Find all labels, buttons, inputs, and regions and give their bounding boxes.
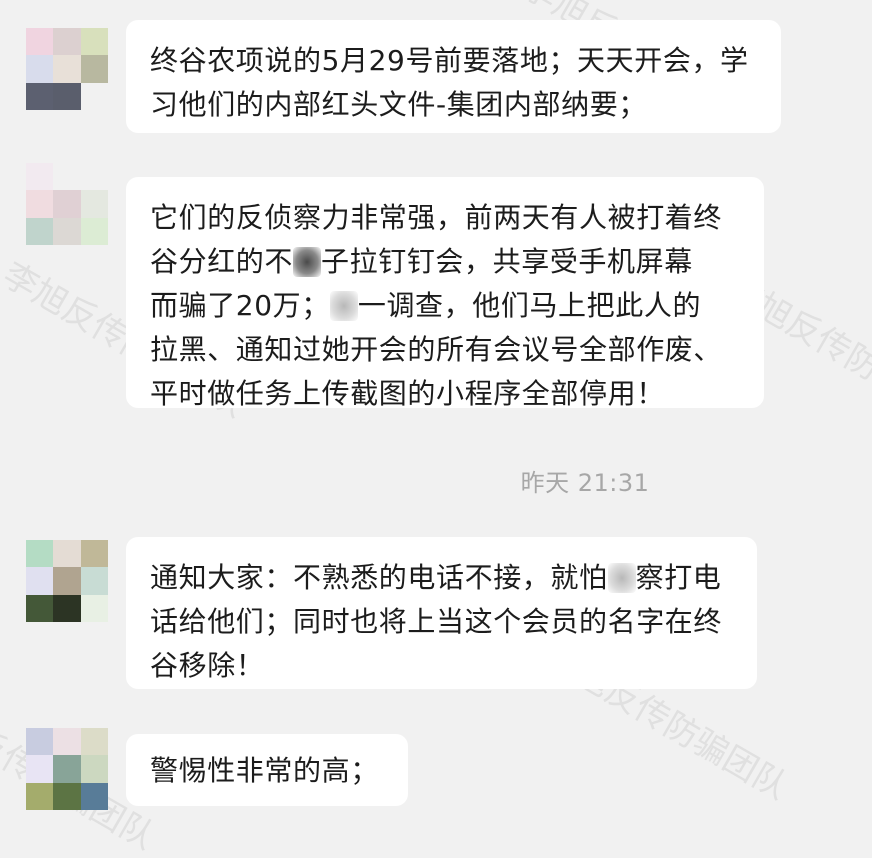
message-bubble[interactable]: 终谷农项说的5月29号前要落地；天天开会，学 习他们的内部红头文件-集团内部纳要…	[126, 20, 781, 133]
avatar-pixel	[26, 567, 53, 594]
avatar-pixel	[53, 190, 80, 217]
avatar-pixel	[53, 728, 80, 755]
redaction-blur	[608, 563, 636, 593]
avatar-pixel	[81, 218, 108, 245]
avatar-pixel	[53, 55, 80, 82]
message-text: 习他们的内部红头文件-集团内部纳要；	[150, 83, 759, 127]
avatar-pixel	[81, 783, 108, 810]
message-text: 谷移除！	[150, 644, 735, 688]
message-bubble[interactable]: 它们的反侦察力非常强，前两天有人被打着终 谷分红的不子拉钉钉会，共享受手机屏幕 …	[126, 177, 764, 408]
avatar-pixel	[81, 28, 108, 55]
message-text: 话给他们；同时也将上当这个会员的名字在终	[150, 600, 735, 644]
avatar-pixel	[81, 55, 108, 82]
avatar-pixel	[26, 595, 53, 622]
message-text: 谷分红的不子拉钉钉会，共享受手机屏幕	[150, 240, 742, 284]
avatar-pixel	[53, 83, 80, 110]
message-text: 警惕性非常的高；	[150, 749, 386, 793]
message-text: 而骗了20万；一调查，他们马上把此人的	[150, 284, 742, 328]
message-text: 平时做任务上传截图的小程序全部停用！	[150, 372, 742, 416]
avatar-pixel	[81, 83, 108, 110]
avatar-pixel	[26, 163, 53, 190]
chat-timestamp: 昨天 21:31	[0, 463, 872, 498]
avatar-pixel	[26, 218, 53, 245]
avatar-pixel	[53, 540, 80, 567]
avatar-pixel	[26, 28, 53, 55]
avatar-pixel	[26, 783, 53, 810]
avatar-pixel	[53, 783, 80, 810]
avatar-pixel	[26, 728, 53, 755]
avatar-pixel	[26, 540, 53, 567]
avatar-pixel	[81, 540, 108, 567]
avatar[interactable]	[26, 540, 108, 622]
avatar-pixel	[53, 567, 80, 594]
avatar[interactable]	[26, 728, 108, 810]
avatar-pixel	[81, 595, 108, 622]
avatar-pixel	[26, 83, 53, 110]
message-text: 拉黑、通知过她开会的所有会议号全部作废、	[150, 328, 742, 372]
avatar[interactable]	[26, 163, 108, 245]
avatar-pixel	[81, 567, 108, 594]
message-text: 它们的反侦察力非常强，前两天有人被打着终	[150, 196, 742, 240]
avatar-pixel	[81, 728, 108, 755]
avatar-pixel	[26, 55, 53, 82]
message-text: 通知大家：不熟悉的电话不接，就怕察打电	[150, 556, 735, 600]
redaction-blur	[330, 291, 358, 321]
avatar-pixel	[81, 190, 108, 217]
avatar-pixel	[53, 755, 80, 782]
avatar-pixel	[26, 190, 53, 217]
avatar-pixel	[81, 163, 108, 190]
avatar-pixel	[53, 218, 80, 245]
redaction-blur	[293, 247, 321, 277]
avatar-pixel	[26, 755, 53, 782]
avatar-pixel	[81, 755, 108, 782]
message-text: 终谷农项说的5月29号前要落地；天天开会，学	[150, 39, 759, 83]
avatar-pixel	[53, 28, 80, 55]
avatar[interactable]	[26, 28, 108, 110]
message-bubble[interactable]: 通知大家：不熟悉的电话不接，就怕察打电 话给他们；同时也将上当这个会员的名字在终…	[126, 537, 757, 689]
avatar-pixel	[53, 595, 80, 622]
avatar-pixel	[53, 163, 80, 190]
message-bubble[interactable]: 警惕性非常的高；	[126, 734, 408, 806]
